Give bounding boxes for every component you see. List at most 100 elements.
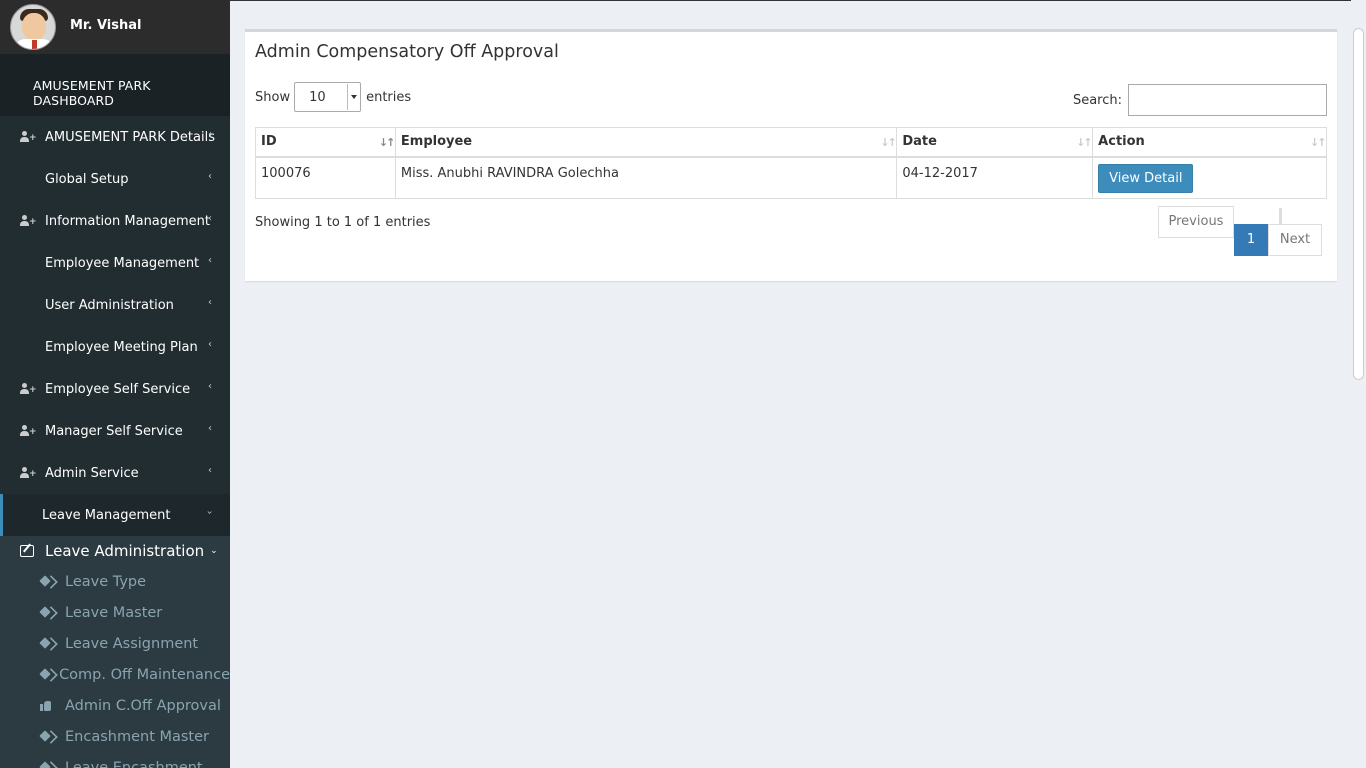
submenu-item-admin-c-off-approval[interactable]: Admin C.Off Approval	[0, 690, 230, 721]
view-detail-button[interactable]: View Detail	[1098, 163, 1194, 193]
pagination-divider	[1279, 208, 1282, 224]
sidebar-item-information-management[interactable]: + Information Management ‹	[0, 200, 230, 242]
sidebar-item-label: Manager Self Service	[45, 423, 183, 439]
chevron-left-icon: ‹	[208, 339, 212, 350]
sort-ascending-icon: ↓↑	[378, 136, 395, 149]
user-plus-icon: +	[20, 131, 37, 143]
tags-icon	[40, 607, 56, 618]
entries-select-value: 10	[309, 90, 326, 105]
pagination: Previous 1 Next	[1158, 206, 1322, 256]
column-header-employee[interactable]: Employee ↓↑	[394, 127, 898, 158]
sidebar-item-employee-self-service[interactable]: + Employee Self Service ‹	[0, 368, 230, 410]
user-plus-icon: +	[20, 215, 37, 227]
chevron-down-icon: ⌄	[210, 546, 218, 556]
page-scrollbar[interactable]	[1351, 0, 1366, 768]
sidebar-item-leave-management[interactable]: Leave Management ‹	[0, 494, 230, 536]
chevron-left-icon: ‹	[208, 171, 212, 182]
submenu-item-encashment-master[interactable]: Encashment Master	[0, 721, 230, 752]
submenu-header-label: Leave Administration	[45, 542, 205, 560]
sidebar-item-label: User Administration	[45, 297, 174, 313]
entries-label: entries	[366, 89, 412, 105]
cell-employee: Miss. Anubhi RAVINDRA Golechha	[394, 156, 898, 199]
leave-management-submenu: Leave Administration ⌄ Leave Type Leave …	[0, 536, 230, 768]
chevron-left-icon: ‹	[208, 381, 212, 392]
sidebar-item-amusement-park-details[interactable]: + AMUSEMENT PARK Details ‹	[0, 116, 230, 158]
sidebar-item-manager-self-service[interactable]: + Manager Self Service ‹	[0, 410, 230, 452]
sidebar-item-employee-meeting-plan[interactable]: Employee Meeting Plan ‹	[0, 326, 230, 368]
chevron-left-icon: ‹	[208, 297, 212, 308]
sidebar-item-label: Employee Management	[45, 255, 200, 271]
sidebar: Mr. Vishal AMUSEMENT PARK DASHBOARD + AM…	[0, 0, 230, 768]
sidebar-item-label: Information Management	[45, 213, 211, 229]
cell-action: View Detail	[1092, 156, 1327, 199]
user-plus-icon: +	[20, 383, 37, 395]
sidebar-item-employee-management[interactable]: Employee Management ‹	[0, 242, 230, 284]
table-header-row: ID ↓↑ Employee ↓↑ Date ↓↑ Action ↓↑	[255, 127, 1327, 158]
page-title: Admin Compensatory Off Approval	[255, 42, 559, 62]
chevron-left-icon: ‹	[208, 465, 212, 476]
submenu-item-label: Leave Encashment	[65, 759, 203, 768]
content-box: Admin Compensatory Off Approval Show 10 …	[245, 29, 1337, 281]
next-page-button[interactable]: Next	[1268, 224, 1322, 256]
submenu-item-label: Leave Type	[65, 573, 147, 590]
tags-icon	[40, 576, 56, 587]
submenu-item-leave-assignment[interactable]: Leave Assignment	[0, 628, 230, 659]
cell-date: 04-12-2017	[896, 156, 1094, 199]
submenu-item-leave-master[interactable]: Leave Master	[0, 597, 230, 628]
page-1-button[interactable]: 1	[1234, 224, 1268, 256]
sidebar-item-label: Global Setup	[45, 171, 129, 187]
sidebar-item-admin-service[interactable]: + Admin Service ‹	[0, 452, 230, 494]
show-label: Show	[255, 89, 291, 105]
chevron-left-icon: ‹	[208, 129, 212, 140]
column-header-action[interactable]: Action ↓↑	[1092, 127, 1327, 158]
tags-icon	[40, 669, 50, 680]
entries-length-control: Show 10 entries	[255, 82, 411, 112]
submenu-leave-administration[interactable]: Leave Administration ⌄	[0, 536, 230, 566]
sidebar-item-global-setup[interactable]: Global Setup ‹	[0, 158, 230, 200]
scrollbar-thumb[interactable]	[1353, 28, 1364, 380]
thumbs-up-icon	[40, 700, 56, 712]
submenu-item-label: Leave Assignment	[65, 635, 199, 652]
sidebar-menu: + AMUSEMENT PARK Details ‹ Global Setup …	[0, 116, 230, 768]
search-label: Search:	[1072, 92, 1122, 108]
entries-select[interactable]: 10	[294, 82, 362, 112]
user-panel: Mr. Vishal	[0, 0, 230, 54]
sidebar-item-label: Admin Service	[45, 465, 139, 481]
user-plus-icon: +	[20, 425, 37, 437]
grid-icon	[20, 257, 34, 269]
chevron-down-icon: ‹	[204, 510, 216, 515]
cell-id: 100076	[255, 156, 396, 199]
search-input[interactable]	[1128, 84, 1327, 116]
search-control: Search:	[1073, 84, 1327, 116]
grid-icon	[17, 509, 31, 521]
user-name: Mr. Vishal	[70, 17, 142, 33]
edit-icon	[20, 545, 34, 557]
sidebar-item-label: AMUSEMENT PARK Details	[45, 129, 215, 145]
submenu-item-leave-encashment[interactable]: Leave Encashment	[0, 752, 230, 768]
previous-page-button[interactable]: Previous	[1158, 206, 1234, 238]
avatar	[10, 4, 56, 50]
table-row: 100076 Miss. Anubhi RAVINDRA Golechha 04…	[255, 156, 1327, 199]
window-top-border	[230, 0, 1366, 1]
sort-icon: ↓↑	[1076, 136, 1092, 149]
column-header-id[interactable]: ID ↓↑	[255, 127, 396, 158]
chevron-left-icon: ‹	[208, 423, 212, 434]
sort-icon: ↓↑	[1310, 136, 1326, 149]
submenu-item-label: Admin C.Off Approval	[65, 697, 221, 714]
data-table: ID ↓↑ Employee ↓↑ Date ↓↑ Action ↓↑ 1000…	[255, 127, 1327, 199]
tags-icon	[40, 731, 56, 742]
user-plus-icon: +	[20, 467, 37, 479]
sort-icon: ↓↑	[880, 136, 896, 149]
submenu-item-label: Leave Master	[65, 604, 163, 621]
submenu-item-leave-type[interactable]: Leave Type	[0, 566, 230, 597]
grid-icon	[20, 299, 34, 311]
submenu-item-comp-off-maintenance[interactable]: Comp. Off Maintenance	[0, 659, 230, 690]
submenu-item-label: Comp. Off Maintenance	[59, 666, 230, 683]
column-header-date[interactable]: Date ↓↑	[896, 127, 1094, 158]
grid-icon	[20, 341, 34, 353]
sidebar-item-user-administration[interactable]: User Administration ‹	[0, 284, 230, 326]
tags-icon	[40, 762, 56, 768]
chevron-left-icon: ‹	[208, 213, 212, 224]
table-info: Showing 1 to 1 of 1 entries	[255, 215, 431, 230]
tags-icon	[40, 638, 56, 649]
